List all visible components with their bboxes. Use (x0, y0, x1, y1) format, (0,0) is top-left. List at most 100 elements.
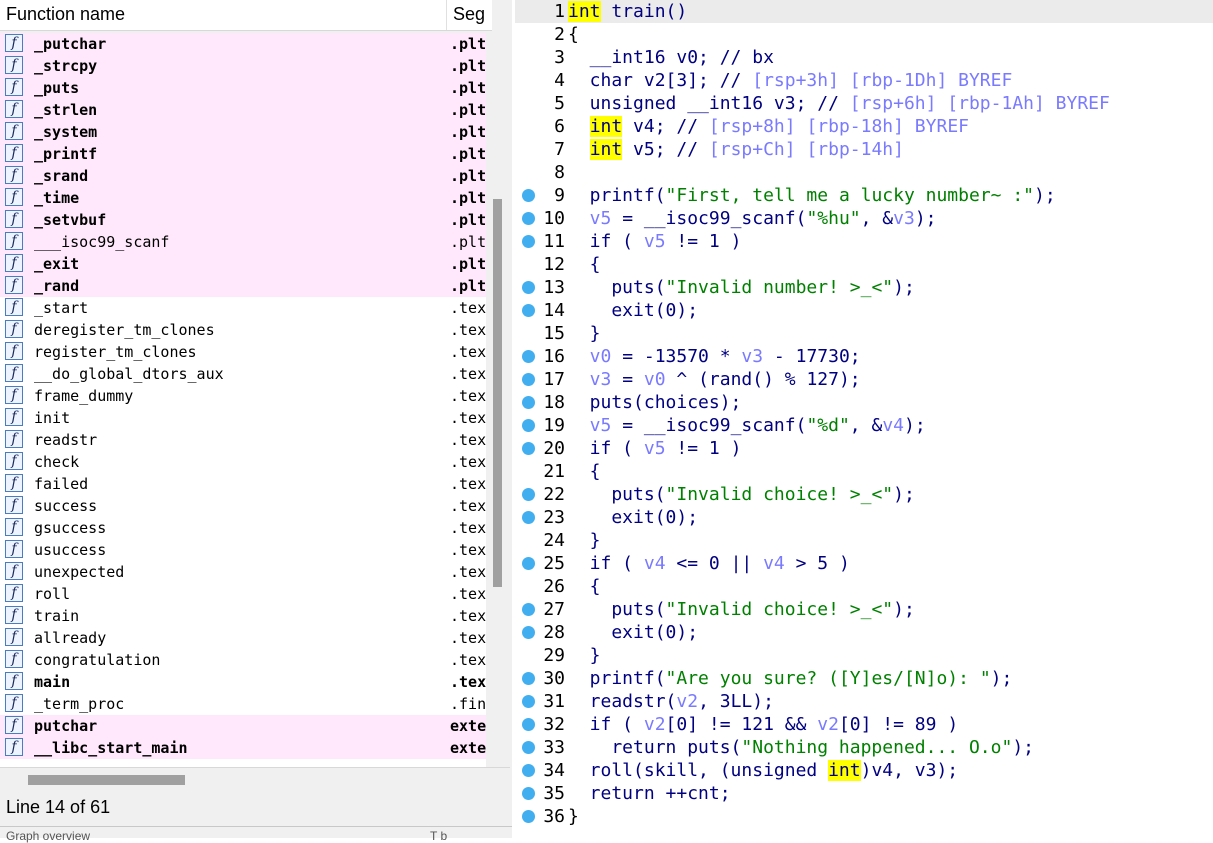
function-row[interactable]: f _start .text (0, 297, 486, 319)
breakpoint-dot-icon[interactable] (522, 511, 535, 524)
breakpoint-dot-icon[interactable] (522, 442, 535, 455)
breakpoint-dot-icon[interactable] (522, 718, 535, 731)
function-row[interactable]: f success .text (0, 495, 486, 517)
code-line[interactable]: 12 { (515, 253, 1213, 276)
breakpoint-dot-icon[interactable] (522, 764, 535, 777)
code-line[interactable]: 4 char v2[3]; // [rsp+3h] [rbp-1Dh] BYRE… (515, 69, 1213, 92)
code-line[interactable]: 8 (515, 161, 1213, 184)
code-line[interactable]: 35 return ++cnt; (515, 782, 1213, 805)
function-row[interactable]: f __do_global_dtors_aux .text (0, 363, 486, 385)
breakpoint-dot-icon[interactable] (522, 189, 535, 202)
code-line[interactable]: 13 puts("Invalid number! >_<"); (515, 276, 1213, 299)
code-line[interactable]: 5 unsigned __int16 v3; // [rsp+6h] [rbp-… (515, 92, 1213, 115)
code-line[interactable]: 9 printf("First, tell me a lucky number~… (515, 184, 1213, 207)
code-line[interactable]: 23 exit(0); (515, 506, 1213, 529)
function-row[interactable]: f ___isoc99_scanf .plt (0, 231, 486, 253)
function-row[interactable]: froll .text (0, 583, 486, 605)
breakpoint-dot-icon[interactable] (522, 281, 535, 294)
function-row[interactable]: f _puts .plt (0, 77, 486, 99)
breakpoint-dot-icon[interactable] (522, 626, 535, 639)
horizontal-scrollbar-thumb[interactable] (28, 775, 185, 785)
code-line[interactable]: 32 if ( v2[0] != 121 && v2[0] != 89 ) (515, 713, 1213, 736)
code-line[interactable]: 28 exit(0); (515, 621, 1213, 644)
function-row[interactable]: f congratulation .text (0, 649, 486, 671)
code-line[interactable]: 19 v5 = __isoc99_scanf("%d", &v4); (515, 414, 1213, 437)
breakpoint-dot-icon[interactable] (522, 810, 535, 823)
code-line[interactable]: 26 { (515, 575, 1213, 598)
breakpoint-dot-icon[interactable] (522, 304, 535, 317)
breakpoint-dot-icon[interactable] (522, 212, 535, 225)
function-row[interactable]: f unexpected .text (0, 561, 486, 583)
code-line[interactable]: 14 exit(0); (515, 299, 1213, 322)
code-line[interactable]: 18 puts(choices); (515, 391, 1213, 414)
breakpoint-dot-icon[interactable] (522, 488, 535, 501)
function-row[interactable]: f _setvbuf .plt (0, 209, 486, 231)
code-line[interactable]: 24 } (515, 529, 1213, 552)
code-line[interactable]: 2{ (515, 23, 1213, 46)
function-row[interactable]: f readstr .text (0, 429, 486, 451)
function-row[interactable]: f _putchar .plt (0, 33, 486, 55)
function-row[interactable]: f allready .text (0, 627, 486, 649)
code-line[interactable]: 33 return puts("Nothing happened... O.o"… (515, 736, 1213, 759)
function-row[interactable]: f deregister_tm_clones .text (0, 319, 486, 341)
code-line[interactable]: 6 int v4; // [rsp+8h] [rbp-18h] BYREF (515, 115, 1213, 138)
function-row[interactable]: fcheck .text (0, 451, 486, 473)
breakpoint-dot-icon[interactable] (522, 350, 535, 363)
code-line[interactable]: 31 readstr(v2, 3LL); (515, 690, 1213, 713)
code-line[interactable]: 25 if ( v4 <= 0 || v4 > 5 ) (515, 552, 1213, 575)
breakpoint-dot-icon[interactable] (522, 741, 535, 754)
code-line[interactable]: 36} (515, 805, 1213, 828)
function-row[interactable]: f usuccess .text (0, 539, 486, 561)
code-line[interactable]: 1 int train() (515, 0, 1213, 23)
breakpoint-dot-icon[interactable] (522, 396, 535, 409)
breakpoint-dot-icon[interactable] (522, 603, 535, 616)
breakpoint-dot-icon[interactable] (522, 419, 535, 432)
column-divider[interactable] (446, 0, 447, 30)
code-line[interactable]: 29 } (515, 644, 1213, 667)
code-line[interactable]: 30 printf("Are you sure? ([Y]es/[N]o): "… (515, 667, 1213, 690)
function-row[interactable]: f _printf .plt (0, 143, 486, 165)
function-row[interactable]: f gsuccess .text (0, 517, 486, 539)
function-row[interactable]: f _term_proc .fini (0, 693, 486, 715)
code-line[interactable]: 34 roll(skill, (unsigned int)v4, v3); (515, 759, 1213, 782)
code-line[interactable]: 20 if ( v5 != 1 ) (515, 437, 1213, 460)
function-row[interactable]: finit .text (0, 407, 486, 429)
function-row[interactable]: f frame_dummy .text (0, 385, 486, 407)
function-row[interactable]: f _rand .plt (0, 275, 486, 297)
function-row[interactable]: f _strcpy .plt (0, 55, 486, 77)
code-line[interactable]: 10 v5 = __isoc99_scanf("%hu", &v3); (515, 207, 1213, 230)
function-row[interactable]: f _strlen .plt (0, 99, 486, 121)
code-line[interactable]: 11 if ( v5 != 1 ) (515, 230, 1213, 253)
code-line[interactable]: 16 v0 = -13570 * v3 - 17730; (515, 345, 1213, 368)
function-row[interactable]: f _srand .plt (0, 165, 486, 187)
code-line[interactable]: 7 int v5; // [rsp+Ch] [rbp-14h] (515, 138, 1213, 161)
breakpoint-dot-icon[interactable] (522, 672, 535, 685)
breakpoint-dot-icon[interactable] (522, 373, 535, 386)
function-row[interactable]: fmain .text (0, 671, 486, 693)
code-line[interactable]: 22 puts("Invalid choice! >_<"); (515, 483, 1213, 506)
function-list[interactable]: f _putchar .plt f _strcpy .plt f _puts .plt f _str… (0, 33, 486, 767)
column-header-segment[interactable]: Seg (453, 4, 487, 25)
function-row[interactable]: f _system .plt (0, 121, 486, 143)
function-row[interactable]: ftrain .text (0, 605, 486, 627)
breakpoint-dot-icon[interactable] (522, 695, 535, 708)
code-line[interactable]: 3 __int16 v0; // bx (515, 46, 1213, 69)
horizontal-scrollbar[interactable] (0, 767, 510, 794)
function-row[interactable]: f putchar extern (0, 715, 486, 737)
breakpoint-dot-icon[interactable] (522, 787, 535, 800)
code-line[interactable]: 17 v3 = v0 ^ (rand() % 127); (515, 368, 1213, 391)
function-row[interactable]: f _exit .plt (0, 253, 486, 275)
breakpoint-dot-icon[interactable] (522, 557, 535, 570)
vertical-scrollbar-thumb[interactable] (493, 199, 502, 587)
code-line[interactable]: 15 } (515, 322, 1213, 345)
function-row[interactable]: f register_tm_clones .text (0, 341, 486, 363)
function-row[interactable]: f __libc_start_main extern (0, 737, 486, 759)
pseudocode-view[interactable]: 1 int train() 2{3 __int16 v0; // bx 4 char … (515, 0, 1213, 838)
breakpoint-dot-icon[interactable] (522, 235, 535, 248)
code-line[interactable]: 21 { (515, 460, 1213, 483)
code-line[interactable]: 27 puts("Invalid choice! >_<"); (515, 598, 1213, 621)
function-row[interactable]: f _time .plt (0, 187, 486, 209)
column-header-function-name[interactable]: Function name (6, 4, 125, 25)
vertical-scrollbar[interactable] (490, 33, 506, 767)
function-row[interactable]: ffailed .text (0, 473, 486, 495)
